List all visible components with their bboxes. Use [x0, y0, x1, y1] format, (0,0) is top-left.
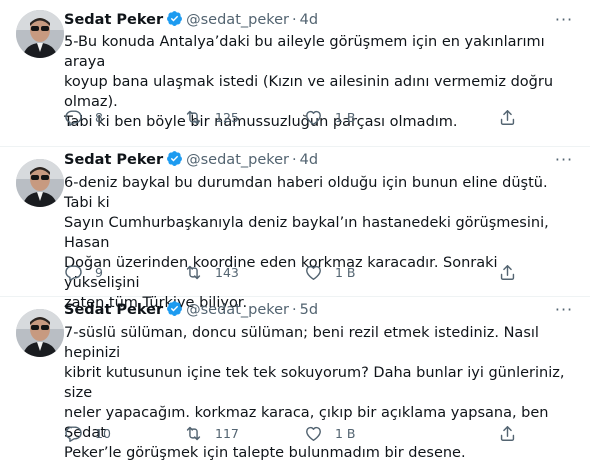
verified-badge-icon	[167, 301, 183, 316]
retweet-button[interactable]: 125	[184, 105, 239, 129]
tweet[interactable]: Sedat Peker @sedat_peker · 5d ··· 7-süslü s…	[0, 297, 590, 461]
reply-icon	[65, 425, 82, 442]
tweet-text-line: 7-süslü sülüman, doncu sülüman; beni rez…	[64, 325, 539, 361]
separator: ·	[292, 152, 297, 168]
tweet-actions: 10 117 1 B	[58, 421, 574, 445]
retweet-count: 125	[215, 109, 239, 125]
timestamp[interactable]: 5d	[300, 302, 318, 318]
reply-count: 9	[95, 264, 103, 280]
share-icon	[500, 109, 515, 125]
like-button[interactable]: 1 B	[304, 105, 356, 129]
retweet-button[interactable]: 117	[184, 421, 239, 445]
author-name[interactable]: Sedat Peker	[64, 12, 163, 28]
like-count: 1 B	[335, 425, 356, 441]
author-handle[interactable]: @sedat_peker	[186, 12, 289, 28]
retweet-icon	[186, 265, 201, 279]
avatar[interactable]	[16, 159, 64, 207]
share-button[interactable]	[498, 105, 517, 129]
tweet-text: 6-deniz baykal bu durumdan haberi olduğu…	[64, 173, 574, 313]
reply-button[interactable]: 10	[64, 421, 111, 445]
like-icon	[306, 265, 321, 280]
tweet-header: Sedat Peker @sedat_peker · 5d	[64, 300, 574, 320]
share-icon	[500, 425, 515, 441]
tweet[interactable]: Sedat Peker @sedat_peker · 4d ··· 6-deniz b…	[0, 147, 590, 311]
tweet-text-line: 6-deniz baykal bu durumdan haberi olduğu…	[64, 175, 548, 211]
like-button[interactable]: 1 B	[304, 260, 356, 284]
avatar[interactable]	[16, 10, 64, 58]
reply-count: 8	[95, 109, 103, 125]
verified-badge-icon	[167, 151, 183, 166]
like-icon	[306, 110, 321, 125]
tweet[interactable]: Sedat Peker @sedat_peker · 4d ··· 5-Bu konu…	[0, 0, 590, 147]
share-icon	[500, 264, 515, 280]
more-options-icon[interactable]: ···	[554, 10, 574, 30]
tweet-actions: 8 125 1 B	[58, 105, 574, 129]
retweet-count: 117	[215, 425, 239, 441]
author-name[interactable]: Sedat Peker	[64, 302, 163, 318]
tweet-header: Sedat Peker @sedat_peker · 4d	[64, 150, 574, 170]
tweet-text-line: 5-Bu konuda Antalya’daki bu aileyle görü…	[64, 34, 545, 70]
verified-badge-icon	[167, 11, 183, 26]
share-button[interactable]	[498, 421, 517, 445]
author-handle[interactable]: @sedat_peker	[186, 302, 289, 318]
tweet-thread: Sedat Peker @sedat_peker · 4d ··· 5-Bu konu…	[0, 0, 590, 461]
author-name[interactable]: Sedat Peker	[64, 152, 163, 168]
reply-count: 10	[95, 425, 111, 441]
reply-icon	[65, 264, 82, 281]
timestamp[interactable]: 4d	[300, 152, 318, 168]
author-handle[interactable]: @sedat_peker	[186, 152, 289, 168]
retweet-count: 143	[215, 264, 239, 280]
more-options-icon[interactable]: ···	[554, 150, 574, 170]
like-count: 1 B	[335, 264, 356, 280]
like-count: 1 B	[335, 109, 356, 125]
retweet-icon	[186, 110, 201, 124]
share-button[interactable]	[498, 260, 517, 284]
tweet-text-line: kibrit kutusunun içine tek tek sokuyorum…	[64, 365, 565, 401]
reply-icon	[65, 109, 82, 126]
retweet-button[interactable]: 143	[184, 260, 239, 284]
like-icon	[306, 426, 321, 441]
avatar[interactable]	[16, 309, 64, 357]
tweet-actions: 9 143 1 B	[58, 260, 574, 284]
tweet-text-line: Peker’le görüşmek için talepte bulunmadı…	[64, 445, 466, 461]
separator: ·	[292, 302, 297, 318]
reply-button[interactable]: 9	[64, 260, 103, 284]
timestamp[interactable]: 4d	[300, 12, 318, 28]
tweet-header: Sedat Peker @sedat_peker · 4d	[64, 10, 574, 30]
reply-button[interactable]: 8	[64, 105, 103, 129]
separator: ·	[292, 12, 297, 28]
like-button[interactable]: 1 B	[304, 421, 356, 445]
tweet-text-line: Sayın Cumhurbaşkanıyla deniz baykal’ın h…	[64, 215, 549, 251]
retweet-icon	[186, 426, 201, 440]
more-options-icon[interactable]: ···	[554, 300, 574, 320]
